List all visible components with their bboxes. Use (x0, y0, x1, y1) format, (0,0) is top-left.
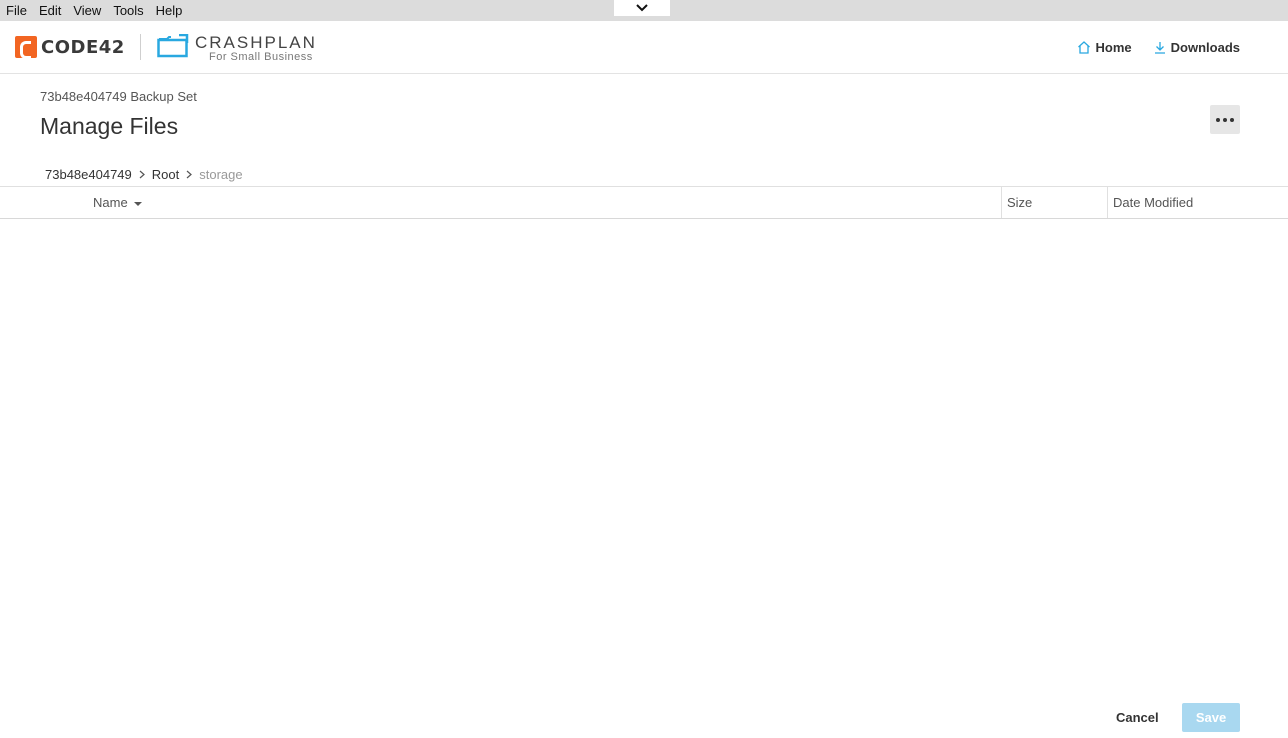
crashplan-folder-icon (157, 34, 189, 58)
save-button[interactable]: Save (1182, 703, 1240, 732)
menu-help[interactable]: Help (150, 0, 189, 21)
page-title: Manage Files (40, 113, 179, 139)
download-icon (1154, 42, 1165, 54)
menu-bar: File Edit View Tools Help (0, 0, 1288, 21)
breadcrumb: 73b48e404749 Root storage (45, 167, 243, 182)
code42-logo-text: CODE42 (41, 36, 125, 58)
code42-logo: CODE42 (15, 36, 125, 59)
chevron-down-icon (636, 4, 648, 12)
column-header-date-label: Date Modified (1113, 195, 1194, 210)
column-header-size[interactable]: Size (1001, 187, 1107, 218)
backup-set-subtitle: 73b48e404749 Backup Set (40, 89, 197, 104)
chevron-right-icon (186, 170, 193, 179)
more-dot (1230, 117, 1234, 122)
crashplan-logo-title: CRASHPLAN (195, 33, 317, 52)
home-icon (1077, 41, 1090, 54)
column-header-size-label: Size (1007, 195, 1033, 210)
column-header-name-label: Name (93, 195, 128, 210)
app-header: CODE42 CRASHPLAN For Small Business Home… (0, 21, 1288, 74)
breadcrumb-item-current: storage (199, 167, 243, 182)
menu-edit[interactable]: Edit (33, 0, 67, 21)
code42-logo-icon (15, 36, 37, 59)
menu-view[interactable]: View (67, 0, 107, 21)
downloads-link[interactable]: Downloads (1154, 40, 1240, 55)
downloads-link-label: Downloads (1170, 40, 1240, 55)
home-link-label: Home (1095, 40, 1132, 55)
logo-divider (140, 34, 141, 60)
menu-file[interactable]: File (0, 0, 33, 21)
column-header-date-modified[interactable]: Date Modified (1107, 187, 1288, 218)
collapse-toggle[interactable] (614, 0, 670, 16)
crashplan-logo: CRASHPLAN For Small Business (157, 34, 317, 63)
breadcrumb-item-device[interactable]: 73b48e404749 (45, 167, 132, 182)
column-header-name[interactable]: Name (93, 187, 142, 218)
home-link[interactable]: Home (1077, 40, 1132, 55)
more-dot (1216, 117, 1220, 122)
breadcrumb-item-root[interactable]: Root (152, 167, 179, 182)
cancel-button[interactable]: Cancel (1106, 703, 1169, 732)
menu-tools[interactable]: Tools (107, 0, 149, 21)
chevron-right-icon (139, 170, 145, 179)
more-options-button[interactable] (1210, 105, 1240, 134)
file-table-header: Name Size Date Modified (0, 186, 1288, 219)
sort-down-icon (133, 201, 142, 206)
more-dot (1223, 117, 1227, 122)
header-nav: Home Downloads (1077, 40, 1240, 55)
crashplan-logo-subtitle: For Small Business (209, 51, 313, 63)
